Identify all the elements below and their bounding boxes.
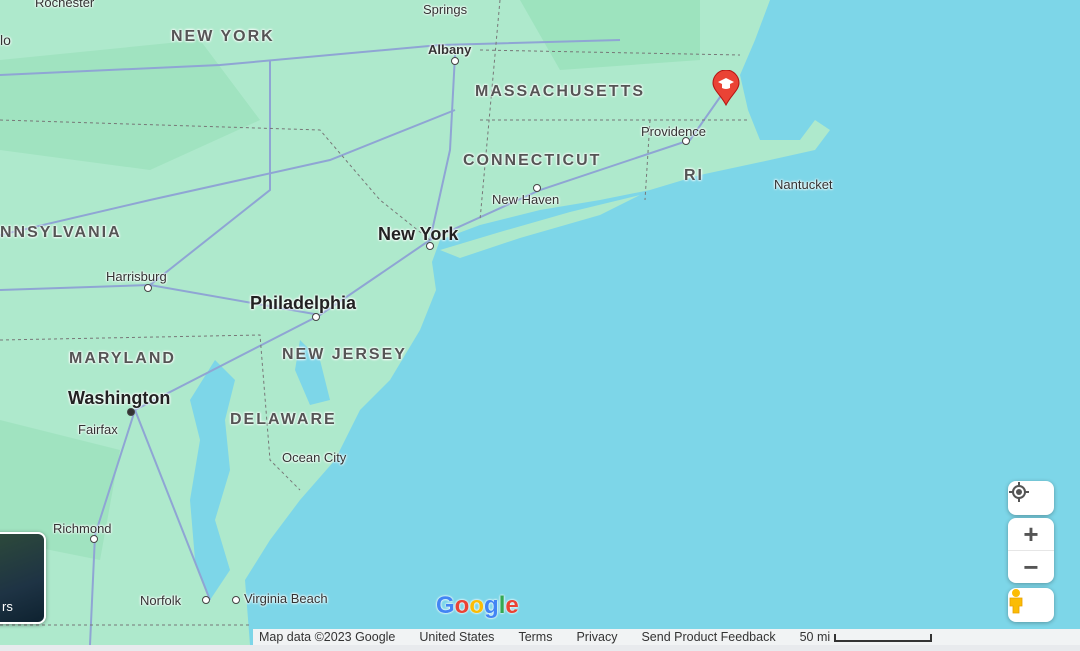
- city-label: Fairfax: [78, 422, 118, 437]
- bottom-strip: [0, 645, 1080, 651]
- my-location-button[interactable]: [1008, 481, 1054, 515]
- scale-label: 50 mi: [799, 630, 831, 644]
- my-location-icon: [1009, 482, 1029, 502]
- state-label: NNSYLVANIA: [0, 224, 122, 241]
- major-city-label: Philadelphia: [250, 293, 357, 313]
- layers-thumbnail[interactable]: rs: [0, 532, 46, 624]
- city-label: Ocean City: [282, 450, 347, 465]
- city-label: Rochester: [35, 0, 95, 10]
- city-label: lo: [0, 32, 11, 48]
- city-label: Richmond: [53, 521, 112, 536]
- city-label: Providence: [641, 124, 707, 139]
- street-view-button[interactable]: [1008, 588, 1054, 622]
- pegman-icon: [1009, 589, 1023, 614]
- state-label: DELAWARE: [230, 411, 337, 428]
- city-dot: [682, 137, 690, 145]
- terms-link[interactable]: Terms: [518, 630, 552, 644]
- city-dot: [533, 184, 541, 192]
- zoom-in-button[interactable]: +: [1008, 518, 1054, 551]
- feedback-link[interactable]: Send Product Feedback: [641, 630, 775, 644]
- city-label: New Haven: [492, 192, 560, 207]
- city-dot: [202, 596, 210, 604]
- state-label: CONNECTICUT: [463, 152, 602, 169]
- city-label: Harrisburg: [106, 269, 167, 284]
- scale-line: [834, 633, 933, 642]
- city-label: Virginia Beach: [244, 591, 328, 606]
- city-dot: [90, 535, 98, 543]
- city-label: Norfolk: [140, 593, 182, 608]
- major-city-label: Washington: [68, 388, 171, 408]
- zoom-controls: + −: [1008, 518, 1054, 583]
- scale-bar[interactable]: 50 mi: [800, 630, 933, 644]
- city-dot: [426, 242, 434, 250]
- state-label: MARYLAND: [69, 350, 176, 367]
- city-label: Springs: [423, 2, 468, 17]
- city-label: Nantucket: [774, 177, 833, 192]
- state-label: RI: [684, 167, 704, 184]
- map-data-attribution: Map data ©2023 Google: [259, 630, 396, 644]
- privacy-link[interactable]: Privacy: [576, 630, 617, 644]
- map-footer: Map data ©2023 Google United States Term…: [253, 629, 1080, 645]
- place-marker[interactable]: [711, 70, 741, 106]
- capital-dot: [127, 408, 135, 416]
- city-label: Albany: [428, 42, 472, 57]
- graduation-cap-icon: [712, 70, 740, 106]
- city-dot: [312, 313, 320, 321]
- zoom-out-button[interactable]: −: [1008, 551, 1054, 583]
- city-dot: [451, 57, 459, 65]
- layers-label: rs: [2, 599, 13, 614]
- google-logo: Google: [436, 592, 519, 619]
- state-label: MASSACHUSETTS: [475, 83, 646, 100]
- state-label: NEW YORK: [171, 28, 275, 45]
- city-dot: [144, 284, 152, 292]
- major-city-label: New York: [378, 224, 459, 244]
- state-label: NEW JERSEY: [282, 346, 407, 363]
- region-link[interactable]: United States: [419, 630, 494, 644]
- city-dot: [232, 596, 240, 604]
- map-canvas[interactable]: Rochester lo Springs Albany Providence N…: [0, 0, 1080, 645]
